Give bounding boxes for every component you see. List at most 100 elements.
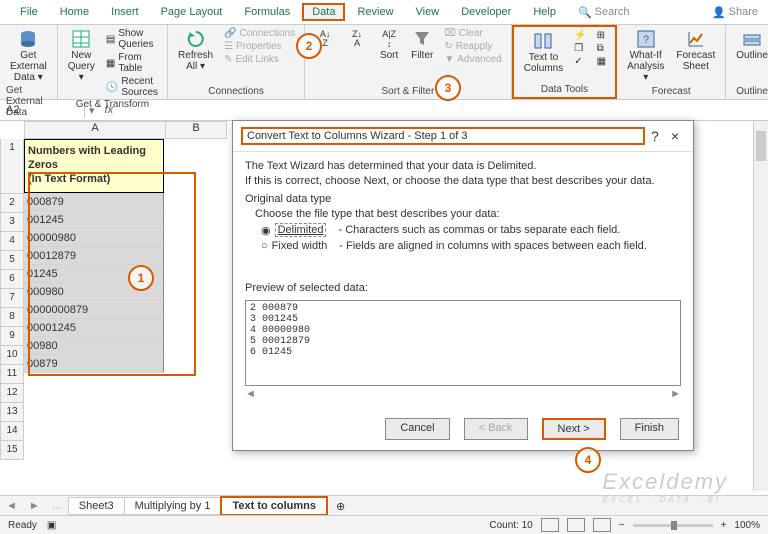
connections-button[interactable]: 🔗Connections <box>221 27 298 40</box>
row-10[interactable]: 10 <box>0 346 24 365</box>
back-button[interactable]: < Back <box>464 418 528 440</box>
new-query-button[interactable]: New Query ▾ <box>64 27 99 85</box>
zoom-in-button[interactable]: + <box>721 520 727 531</box>
badge-1: 1 <box>128 265 154 291</box>
row-7[interactable]: 7 <box>0 289 24 308</box>
col-b[interactable]: B <box>166 121 227 139</box>
tab-home[interactable]: Home <box>50 3 99 21</box>
share-button[interactable]: 👤 Share <box>712 6 758 19</box>
manage-model-button[interactable]: ▦ <box>594 55 609 68</box>
columns-icon <box>533 31 553 51</box>
cancel-button[interactable]: Cancel <box>385 418 449 440</box>
dup-icon: ❐ <box>574 43 583 54</box>
view-normal-button[interactable] <box>541 518 559 532</box>
cell-a9[interactable]: 00001245 <box>24 319 164 337</box>
properties-button[interactable]: ☰Properties <box>221 40 298 53</box>
row-4[interactable]: 4 <box>0 232 24 251</box>
row-9[interactable]: 9 <box>0 327 24 346</box>
show-queries-button[interactable]: ▤Show Queries <box>103 27 161 51</box>
cell-a11[interactable]: 00879 <box>24 355 164 373</box>
finish-button[interactable]: Finish <box>620 418 679 440</box>
col-a[interactable]: A <box>24 121 166 139</box>
clear-button[interactable]: ⌧Clear <box>441 27 504 40</box>
relationships-button[interactable]: ⧉ <box>594 42 609 55</box>
radio-delimited[interactable]: ◉ Delimited - Characters such as commas … <box>261 223 681 237</box>
text-to-columns-button[interactable]: Text to Columns <box>520 29 567 76</box>
search-box[interactable]: 🔍 Search <box>578 6 630 19</box>
row-5[interactable]: 5 <box>0 251 24 270</box>
dialog-title: Convert Text to Columns Wizard - Step 1 … <box>241 127 645 145</box>
sort-button[interactable]: A|Z↕Sort <box>375 27 403 63</box>
tab-help[interactable]: Help <box>523 3 566 21</box>
row-3[interactable]: 3 <box>0 213 24 232</box>
reapply-button[interactable]: ↻Reapply <box>441 40 504 53</box>
tab-data[interactable]: Data <box>302 3 345 21</box>
vertical-scrollbar[interactable] <box>753 121 768 491</box>
radio-fixed-width[interactable]: ○ Fixed width - Fields are aligned in co… <box>261 240 681 252</box>
sheet-tab-text-to-columns[interactable]: Text to columns <box>220 496 328 516</box>
cell-a5[interactable]: 00012879 <box>24 247 164 265</box>
row-8[interactable]: 8 <box>0 308 24 327</box>
scroll-right-icon[interactable]: ► <box>670 388 681 400</box>
row-13[interactable]: 13 <box>0 403 24 422</box>
advanced-button[interactable]: ▼Advanced <box>441 53 504 66</box>
view-page-break-button[interactable] <box>593 518 611 532</box>
view-page-layout-button[interactable] <box>567 518 585 532</box>
add-sheet-button[interactable]: ⊕ <box>328 500 353 513</box>
tab-view[interactable]: View <box>406 3 450 21</box>
zoom-level[interactable]: 100% <box>734 520 760 531</box>
row-6[interactable]: 6 <box>0 270 24 289</box>
whatif-button[interactable]: ?What-If Analysis ▾ <box>623 27 668 85</box>
consolidate-button[interactable]: ⊞ <box>594 29 609 42</box>
row-15[interactable]: 15 <box>0 441 24 460</box>
cell-a4[interactable]: 00000980 <box>24 229 164 247</box>
tab-insert[interactable]: Insert <box>101 3 149 21</box>
forecast-sheet-button[interactable]: Forecast Sheet <box>672 27 719 74</box>
row-11[interactable]: 11 <box>0 365 24 384</box>
tab-nav-next[interactable]: ► <box>23 500 46 512</box>
ribbon-tabs: File Home Insert Page Layout Formulas Da… <box>0 0 768 25</box>
tab-file[interactable]: File <box>10 3 48 21</box>
cell-a2[interactable]: 000879 <box>24 193 164 211</box>
get-external-data-button[interactable]: Get External Data ▾ <box>6 27 51 85</box>
remove-dup-button[interactable]: ❐ <box>571 42 589 55</box>
sort-za-button[interactable]: Z↓A <box>343 27 371 51</box>
flash-fill-button[interactable]: ⚡ <box>571 29 589 42</box>
from-table-button[interactable]: ▦From Table <box>103 51 161 75</box>
tab-review[interactable]: Review <box>347 3 403 21</box>
list-icon: ▤ <box>106 34 115 45</box>
tab-nav-prev[interactable]: ◄ <box>0 500 23 512</box>
status-count: Count: 10 <box>489 520 532 531</box>
radio-on-icon: ◉ <box>261 224 271 237</box>
next-button[interactable]: Next > <box>542 418 606 440</box>
data-val-button[interactable]: ✓ <box>571 55 589 68</box>
cell-a8[interactable]: 0000000879 <box>24 301 164 319</box>
row-headers: 123456789101112131415 <box>0 139 24 460</box>
zoom-out-button[interactable]: − <box>619 520 625 531</box>
row-1[interactable]: 1 <box>0 139 24 194</box>
cell-a10[interactable]: 00980 <box>24 337 164 355</box>
macro-record-icon[interactable]: ▣ <box>47 520 56 531</box>
row-14[interactable]: 14 <box>0 422 24 441</box>
row-12[interactable]: 12 <box>0 384 24 403</box>
tab-page-layout[interactable]: Page Layout <box>151 3 233 21</box>
header-cell-a1[interactable]: Numbers with LeadingZeros(In Text Format… <box>24 139 164 193</box>
row-2[interactable]: 2 <box>0 194 24 213</box>
dialog-close-button[interactable]: × <box>665 128 685 144</box>
grid-icon: ▦ <box>106 58 115 69</box>
scroll-left-icon[interactable]: ◄ <box>245 388 256 400</box>
refresh-all-button[interactable]: Refresh All ▾ <box>174 27 217 74</box>
adv-icon: ▼ <box>444 54 454 65</box>
sheet-tab-multiplying[interactable]: Multiplying by 1 <box>124 497 222 515</box>
edit-links-button[interactable]: ✎Edit Links <box>221 53 298 66</box>
zoom-slider[interactable] <box>633 524 713 527</box>
filter-button[interactable]: Filter <box>407 27 437 63</box>
dialog-help-button[interactable]: ? <box>645 128 665 144</box>
recent-sources-button[interactable]: 🕓Recent Sources <box>103 75 161 99</box>
outline-button[interactable]: Outline <box>732 27 768 63</box>
cell-a3[interactable]: 001245 <box>24 211 164 229</box>
tab-developer[interactable]: Developer <box>451 3 521 21</box>
tab-formulas[interactable]: Formulas <box>234 3 300 21</box>
sheet-tab-sheet3[interactable]: Sheet3 <box>68 497 125 515</box>
database-icon <box>18 29 38 49</box>
